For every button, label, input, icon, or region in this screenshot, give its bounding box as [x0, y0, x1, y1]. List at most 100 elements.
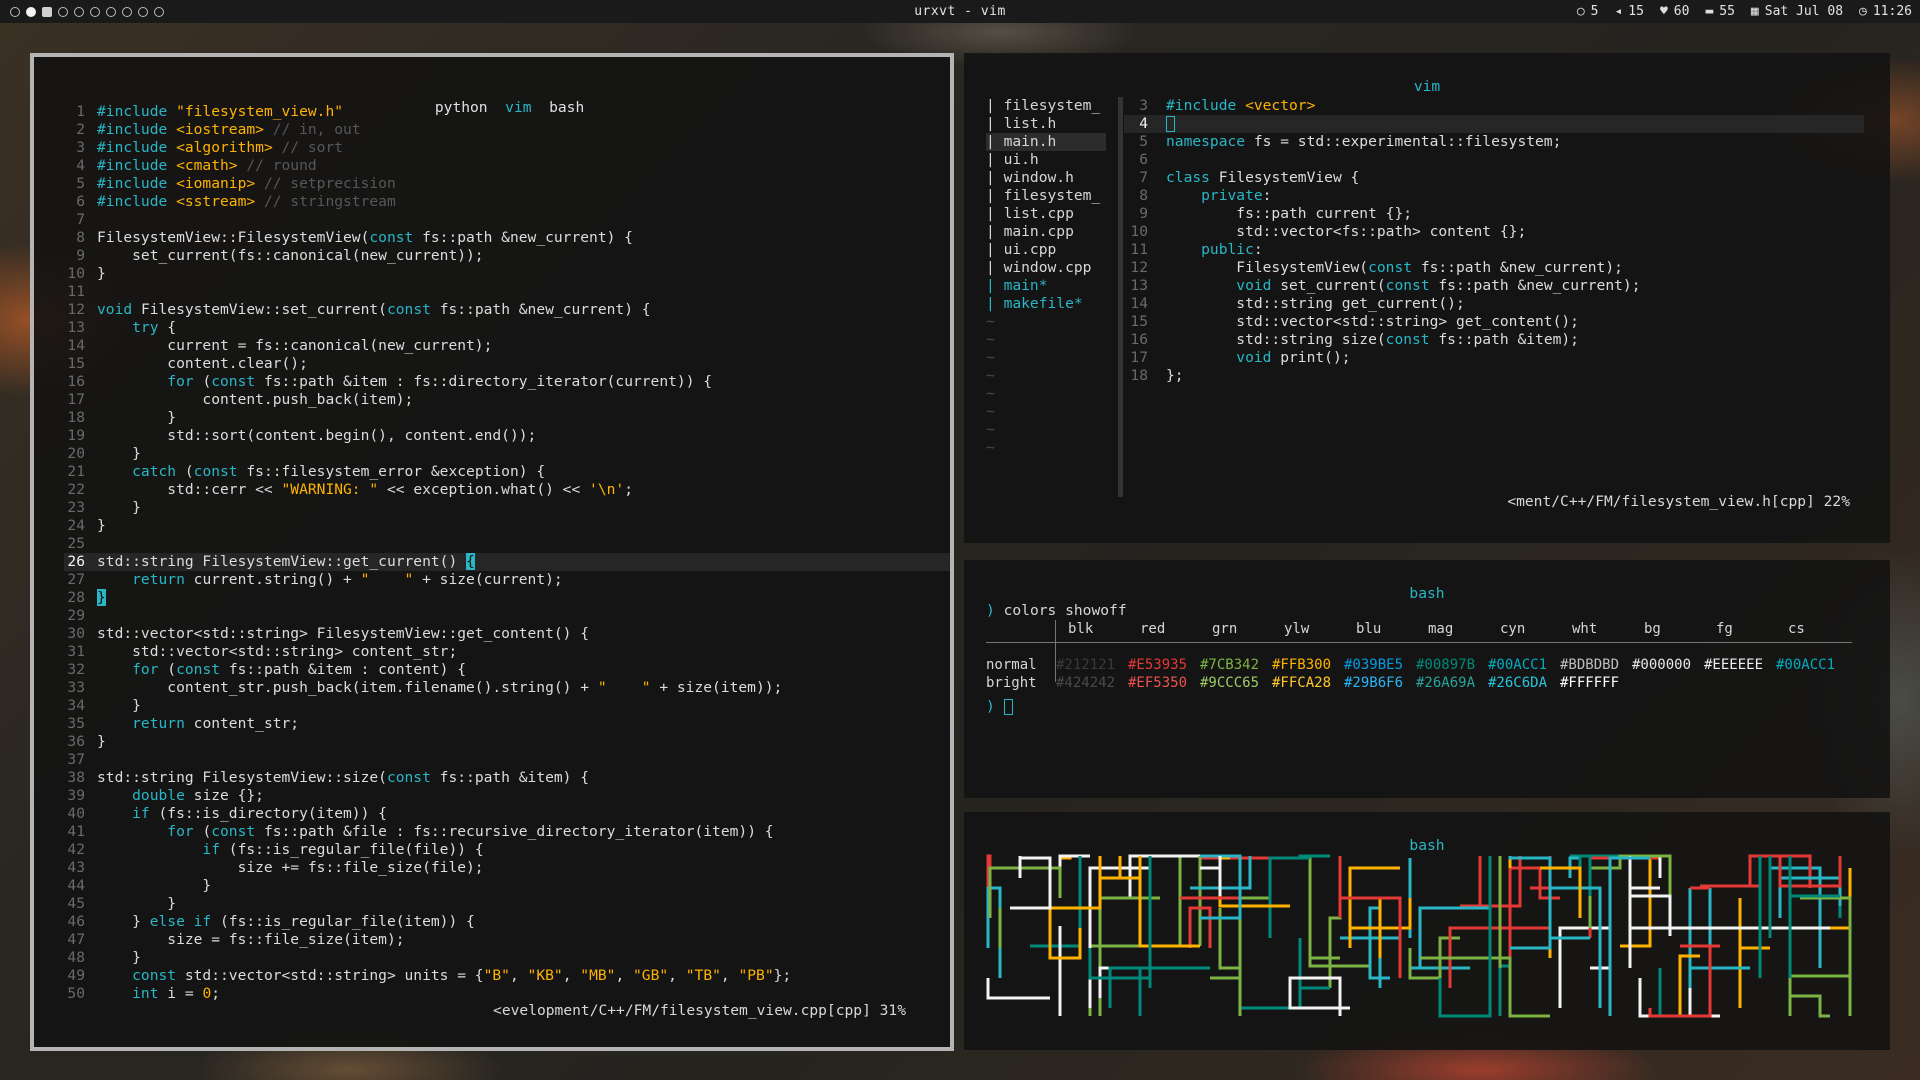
code-text: std::string size(const fs::path &item);	[1148, 331, 1579, 349]
line-number: 8	[1139, 187, 1148, 204]
line-number: 25	[67, 535, 85, 552]
pipe-segment	[1098, 928, 1152, 998]
terminal-left-vim[interactable]: python vim bash 1 #include "filesystem_vi…	[30, 53, 954, 1051]
code-token: std::vector<std::string> units = {	[176, 967, 484, 984]
color-value: #212121	[1056, 657, 1116, 673]
code-line: 22 std::cerr << "WARNING: " << exception…	[64, 481, 950, 499]
split-divider	[1118, 97, 1123, 497]
code-token: };	[1166, 367, 1184, 384]
color-value: #000000	[1632, 657, 1692, 673]
workspace-2[interactable]	[26, 6, 36, 17]
workspace-10[interactable]	[154, 6, 164, 17]
workspace-3[interactable]	[42, 6, 52, 17]
color-header: blk	[1068, 621, 1094, 637]
file-tree-item[interactable]: | ui.h	[986, 151, 1106, 169]
code-text: content.push_back(item);	[85, 391, 413, 409]
code-token: catch	[97, 463, 177, 480]
line-number: 33	[67, 679, 85, 696]
line-number: 16	[1130, 331, 1148, 348]
file-tree-item[interactable]: | main.cpp	[986, 223, 1106, 241]
line-number: 14	[67, 337, 85, 354]
pipe-segment	[1210, 966, 1242, 1016]
code-token: ,	[720, 967, 739, 984]
code-token: #include	[97, 121, 177, 138]
terminal-right-vim[interactable]: vim | filesystem_ | list.h | main.h | ui.h |…	[964, 53, 1890, 543]
code-text: void set_current(const fs::path &new_cur…	[1148, 277, 1640, 295]
workspace-1[interactable]	[10, 6, 20, 17]
code-text: class FilesystemView {	[1148, 169, 1359, 187]
workspace-7[interactable]	[106, 6, 116, 17]
workspace-5[interactable]	[74, 6, 84, 17]
code-line: 24}	[64, 517, 950, 535]
code-token: std::string FilesystemView::get_current(…	[97, 553, 467, 570]
file-tree-item[interactable]: | filesystem_	[986, 97, 1106, 115]
code-token: " "	[597, 679, 651, 696]
code-text: #include <vector>	[1148, 97, 1315, 115]
workspace-8[interactable]	[122, 6, 132, 17]
code-editor[interactable]: 1 #include "filesystem_view.h" 2 #include <…	[64, 103, 950, 1003]
color-row-normal: normal #212121 #E53935 #7CB342 #FFB300 #039BE…	[986, 656, 1848, 674]
workspace-9[interactable]	[138, 6, 148, 17]
file-tree-item[interactable]: | makefile*	[986, 295, 1106, 313]
file-tree-item[interactable]: | window.cpp	[986, 259, 1106, 277]
file-tree-item[interactable]: | main*	[986, 277, 1106, 295]
code-token: const	[1385, 331, 1430, 348]
workspace-4[interactable]	[58, 6, 68, 17]
line-number: 21	[67, 463, 85, 480]
line-number: 13	[1130, 277, 1148, 294]
code-token: ,	[562, 967, 581, 984]
code-text: }	[85, 697, 141, 715]
code-editor-header[interactable]: 3 #include <vector> 4 5 namespace fs = std:…	[1124, 97, 1864, 385]
code-line: 5 namespace fs = std::experimental::files…	[1124, 133, 1864, 151]
clock-status: ◷ 11:26	[1859, 0, 1912, 23]
terminal-colors[interactable]: bash ) colors showoff blk red grn ylw blu mag…	[964, 560, 1890, 798]
code-token: << exception.what() <<	[378, 481, 590, 498]
command-line[interactable]: )	[986, 698, 1013, 716]
line-number: 35	[67, 715, 85, 732]
code-token: #include	[97, 193, 177, 210]
code-line: 3 #include <algorithm> // sort	[64, 139, 950, 157]
file-tree-item[interactable]: | window.h	[986, 169, 1106, 187]
text-cursor	[1166, 116, 1175, 132]
code-token: FilesystemView::FilesystemView(	[97, 229, 370, 246]
code-token: try	[97, 319, 159, 336]
color-table: blk red grn ylw blu mag cyn wht bg fg cs normal #212…	[986, 620, 1852, 692]
row-label-spacer	[986, 620, 1056, 638]
code-text: std::vector<std::string> FilesystemView:…	[85, 625, 589, 643]
file-tree-item[interactable]: | list.h	[986, 115, 1106, 133]
code-token: + size(current);	[413, 571, 563, 588]
terminal-pipes[interactable]: bash	[964, 812, 1890, 1050]
file-tree-item[interactable]: | ui.cpp	[986, 241, 1106, 259]
file-tree-item[interactable]: | list.cpp	[986, 205, 1106, 223]
code-line: 39 double size {};	[64, 787, 950, 805]
status-value: Sat Jul 08	[1764, 4, 1844, 19]
code-text: size += fs::file_size(file);	[85, 859, 484, 877]
code-text: }	[85, 877, 211, 895]
battery-status: ▬ 55	[1705, 0, 1734, 23]
code-token: }	[97, 445, 141, 462]
color-value: #EEEEEE	[1704, 657, 1764, 673]
code-line: 27 return current.string() + " " + size(…	[64, 571, 950, 589]
code-line: 12 FilesystemView(const fs::path &new_cu…	[1124, 259, 1864, 277]
code-line: 9 fs::path current {};	[1124, 205, 1864, 223]
code-line: 47 size = fs::file_size(item);	[64, 931, 950, 949]
code-text: size = fs::file_size(item);	[85, 931, 404, 949]
code-token: '\n'	[589, 481, 625, 498]
color-header: cyn	[1500, 621, 1526, 637]
code-line: 38 std::string FilesystemView::size(const…	[64, 769, 950, 787]
workspace-6[interactable]	[90, 6, 100, 17]
code-text: FilesystemView::FilesystemView(const fs:…	[85, 229, 633, 247]
code-text: set_current(fs::canonical(new_current));	[85, 247, 483, 265]
vim-status-line: <evelopment/C++/FM/filesystem_view.cpp[c…	[493, 1002, 906, 1019]
line-number: 7	[76, 211, 85, 228]
empty-line-tilde: ~	[986, 367, 995, 384]
file-tree-item[interactable]: | filesystem_	[986, 187, 1106, 205]
code-line: 14 std::string get_current();	[1124, 295, 1864, 313]
code-token: const	[369, 229, 414, 246]
code-text: std::string get_current();	[1148, 295, 1464, 313]
file-tree-item[interactable]: | main.h	[986, 133, 1106, 151]
line-number: 42	[67, 841, 85, 858]
file-tree[interactable]: | filesystem_ | list.h | main.h | ui.h | win…	[986, 97, 1106, 457]
code-token: const	[176, 661, 221, 678]
pipe-segment	[1240, 938, 1330, 1010]
